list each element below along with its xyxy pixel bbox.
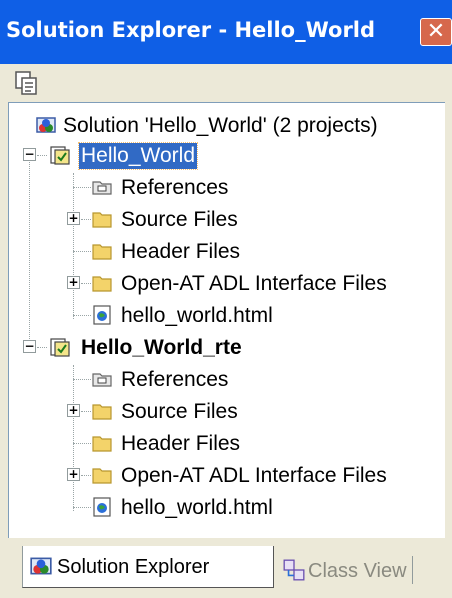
adl-interface-files-label: Open-AT ADL Interface Files <box>121 464 387 487</box>
window-title: Solution Explorer - Hello_World <box>6 18 376 42</box>
tree-row-project-hello-world-rte[interactable]: Hello_World_rte <box>49 333 389 363</box>
references-label: References <box>121 176 229 199</box>
tree-row-html-file[interactable]: hello_world.html <box>91 493 431 523</box>
close-button[interactable]: ✕ <box>420 18 452 46</box>
tree-row-source-files[interactable]: Source Files <box>91 205 431 235</box>
source-files-label: Source Files <box>121 400 238 423</box>
tree-connector <box>73 443 91 444</box>
properties-button[interactable] <box>12 68 42 98</box>
tree-connector <box>81 475 91 476</box>
toolbar <box>0 64 452 102</box>
bottom-tab-strip: Solution Explorer Class View <box>0 538 452 598</box>
tab-class-view[interactable]: Class View <box>278 550 408 588</box>
expander-collapse[interactable]: − <box>23 147 36 161</box>
tree-row-html-file[interactable]: hello_world.html <box>91 301 431 331</box>
class-view-icon <box>283 559 305 581</box>
tree-connector <box>81 219 91 220</box>
tree-connector <box>29 157 30 349</box>
references-label: References <box>121 368 229 391</box>
properties-icon <box>15 71 37 95</box>
tree-connector <box>73 315 91 316</box>
header-files-label: Header Files <box>121 432 241 455</box>
folder-icon <box>92 276 112 292</box>
project-label: Hello_World_rte <box>81 336 242 359</box>
title-bar: Solution Explorer - Hello_World ✕ <box>0 0 452 64</box>
references-icon <box>92 181 112 195</box>
references-icon <box>92 373 112 387</box>
tree-row-source-files[interactable]: Source Files <box>91 397 431 427</box>
header-files-label: Header Files <box>121 240 241 263</box>
expander-collapse[interactable]: − <box>23 339 36 353</box>
folder-icon <box>92 244 112 260</box>
tree-connector <box>81 411 91 412</box>
expander-expand[interactable]: + <box>67 211 80 225</box>
tree-row-solution[interactable]: Solution 'Hello_World' (2 projects) <box>35 111 435 141</box>
tab-separator <box>412 556 413 584</box>
project-label: Hello_World <box>78 142 198 170</box>
folder-icon <box>92 404 112 420</box>
project-icon <box>50 338 70 357</box>
tree-connector <box>73 251 91 252</box>
html-file-icon <box>93 497 111 517</box>
tree-connector <box>73 379 91 380</box>
solution-label: Solution 'Hello_World' (2 projects) <box>63 114 378 137</box>
folder-icon <box>92 468 112 484</box>
tree-row-adl-interface-files[interactable]: Open-AT ADL Interface Files <box>91 269 441 299</box>
tree-connector <box>73 187 91 188</box>
tree-connector <box>37 347 47 348</box>
folder-icon <box>92 436 112 452</box>
html-file-icon <box>93 305 111 325</box>
html-file-label: hello_world.html <box>121 496 273 519</box>
folder-icon <box>92 212 112 228</box>
tab-solution-explorer[interactable]: Solution Explorer <box>22 546 274 588</box>
tab-label: Class View <box>308 560 407 582</box>
tree-connector <box>81 283 91 284</box>
tree-connector <box>73 173 74 319</box>
tree-connector <box>73 507 91 508</box>
tree-row-header-files[interactable]: Header Files <box>91 237 431 267</box>
solution-icon <box>36 117 56 133</box>
tree-row-header-files[interactable]: Header Files <box>91 429 431 459</box>
source-files-label: Source Files <box>121 208 238 231</box>
expander-expand[interactable]: + <box>67 275 80 289</box>
project-icon <box>50 146 70 165</box>
html-file-label: hello_world.html <box>121 304 273 327</box>
solution-icon <box>30 557 52 575</box>
adl-interface-files-label: Open-AT ADL Interface Files <box>121 272 387 295</box>
tree-connector <box>37 155 47 156</box>
tree-row-project-hello-world[interactable]: Hello_World <box>49 141 249 171</box>
tree-row-adl-interface-files[interactable]: Open-AT ADL Interface Files <box>91 461 441 491</box>
tree-row-references[interactable]: References <box>91 173 431 203</box>
solution-tree[interactable]: Solution 'Hello_World' (2 projects) − He… <box>8 102 445 539</box>
tree-row-references[interactable]: References <box>91 365 431 395</box>
close-icon: ✕ <box>426 19 446 44</box>
expander-expand[interactable]: + <box>67 467 80 481</box>
tree-connector <box>73 365 74 511</box>
expander-expand[interactable]: + <box>67 403 80 417</box>
tab-label: Solution Explorer <box>57 556 210 578</box>
